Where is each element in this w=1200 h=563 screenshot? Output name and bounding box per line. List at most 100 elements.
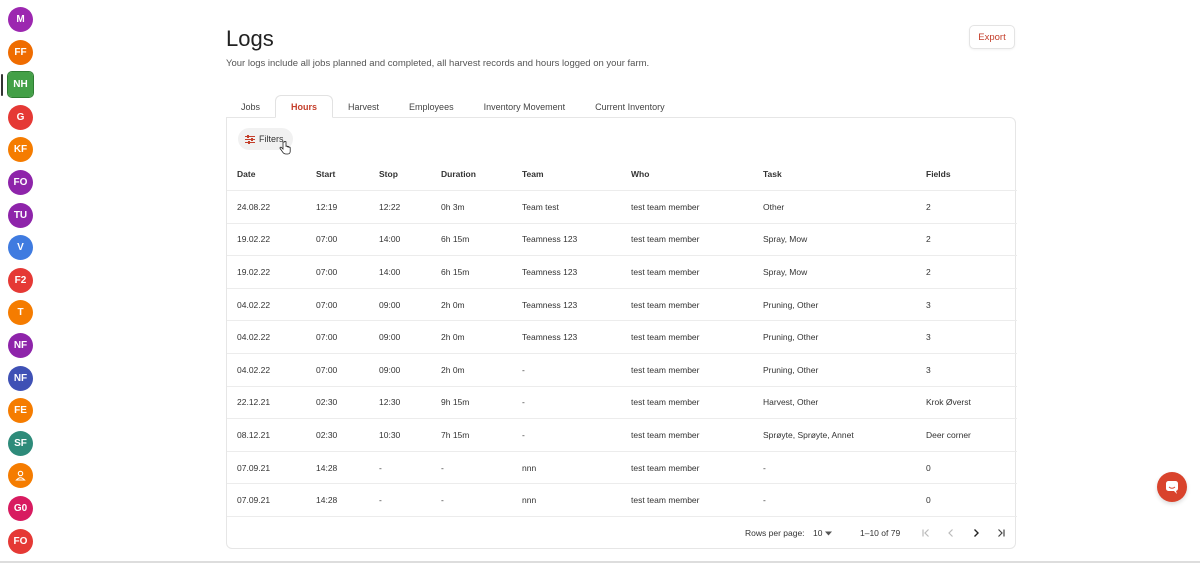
cell-stop: 14:00: [379, 234, 401, 245]
tab-hours[interactable]: Hours: [275, 95, 334, 118]
workspace-avatar[interactable]: M: [8, 7, 33, 32]
cell-stop: 09:00: [379, 299, 401, 310]
workspace-avatar[interactable]: F2: [8, 267, 33, 293]
cell-stop: -: [379, 462, 382, 473]
last-page-button[interactable]: [993, 525, 1009, 541]
workspace-avatar[interactable]: NH: [7, 71, 34, 99]
column-header-task: Task: [763, 169, 782, 179]
table-row[interactable]: 24.08.22 12:19 12:22 0h 3m Team test test tea…: [227, 191, 1017, 224]
workspace-avatar[interactable]: G0: [8, 496, 33, 521]
cell-team: nnn: [522, 495, 537, 506]
cell-date: 04.02.22: [237, 332, 271, 343]
cell-stop: 09:00: [379, 364, 401, 375]
tab-jobs[interactable]: Jobs: [226, 95, 275, 118]
table-row[interactable]: 22.12.21 02:30 12:30 9h 15m - test team membe…: [227, 387, 1017, 420]
cell-duration: 6h 15m: [441, 234, 470, 245]
chat-support-button[interactable]: [1157, 472, 1187, 502]
cell-duration: -: [441, 462, 444, 473]
tab-inventory-movement[interactable]: Inventory Movement: [469, 95, 581, 118]
cell-start: 07:00: [316, 266, 338, 277]
column-header-team: Team: [522, 169, 544, 179]
workspace-avatar[interactable]: FO: [8, 528, 33, 554]
workspace-avatar[interactable]: SF: [8, 430, 33, 456]
table-row[interactable]: 04.02.22 07:00 09:00 2h 0m - test team member…: [227, 354, 1017, 387]
column-header-date: Date: [237, 169, 256, 179]
chevron-left-icon: [948, 529, 953, 537]
active-workspace-indicator: [1, 73, 3, 96]
cell-stop: 10:30: [379, 429, 401, 440]
first-page-button[interactable]: [918, 525, 934, 541]
cell-date: 22.12.21: [237, 397, 271, 408]
rows-per-page-select[interactable]: 10: [813, 516, 833, 550]
cell-duration: 6h 15m: [441, 266, 470, 277]
cell-start: 14:28: [316, 462, 338, 473]
export-button[interactable]: Export: [969, 25, 1015, 49]
cell-fields: Deer corner: [926, 429, 971, 440]
logs-tabs: Jobs Hours Harvest Employees Inventory Movem…: [226, 95, 680, 118]
cell-date: 08.12.21: [237, 429, 271, 440]
cell-fields: 2: [926, 234, 931, 245]
cell-start: 07:00: [316, 332, 338, 343]
table-row[interactable]: 19.02.22 07:00 14:00 6h 15m Teamness 123 test…: [227, 224, 1017, 257]
workspace-avatar[interactable]: TU: [8, 202, 33, 228]
page-title: Logs: [226, 26, 274, 51]
cell-fields: 2: [926, 201, 931, 212]
table-row[interactable]: 07.09.21 14:28 - - nnn test team member - 0: [227, 452, 1017, 485]
cell-start: 02:30: [316, 397, 338, 408]
rows-per-page-value: 10: [813, 528, 823, 538]
cell-task: Harvest, Other: [763, 397, 819, 408]
workspace-avatar[interactable]: FO: [8, 170, 33, 195]
column-header-who: Who: [631, 169, 650, 179]
workspace-avatar[interactable]: [8, 463, 33, 489]
table-row[interactable]: 08.12.21 02:30 10:30 7h 15m - test team membe…: [227, 419, 1017, 452]
tab-current-inventory[interactable]: Current Inventory: [580, 95, 680, 118]
cell-team: Teamness 123: [522, 266, 578, 277]
cell-who: test team member: [631, 462, 700, 473]
cell-date: 04.02.22: [237, 364, 271, 375]
cell-team: -: [522, 429, 525, 440]
pagination-range: 1–10 of 79: [860, 528, 901, 538]
table-row[interactable]: 19.02.22 07:00 14:00 6h 15m Teamness 123 test…: [227, 256, 1017, 289]
cell-date: 19.02.22: [237, 266, 271, 277]
hours-card: Filters Date Start Stop Duration Team Who Task…: [226, 117, 1017, 550]
workspace-avatar[interactable]: NF: [8, 365, 33, 391]
cell-who: test team member: [631, 201, 700, 212]
workspace-avatar[interactable]: NF: [8, 333, 33, 358]
table-row[interactable]: 04.02.22 07:00 09:00 2h 0m Teamness 123 test …: [227, 321, 1017, 354]
table-pagination: Rows per page: 10 1–10 of 79: [227, 516, 1017, 550]
cell-start: 07:00: [316, 364, 338, 375]
cell-fields: 3: [926, 332, 931, 343]
table-row[interactable]: 04.02.22 07:00 09:00 2h 0m Teamness 123 test …: [227, 289, 1017, 322]
cell-who: test team member: [631, 364, 700, 375]
cell-date: 24.08.22: [237, 201, 271, 212]
user-icon: [15, 471, 26, 481]
cell-team: nnn: [522, 462, 537, 473]
hours-table: Date Start Stop Duration Team Who Task Fields 24…: [227, 158, 1017, 517]
workspace-avatar[interactable]: FF: [8, 39, 33, 65]
cell-fields: Krok Øverst: [926, 397, 971, 408]
workspace-avatar[interactable]: KF: [8, 137, 33, 163]
cell-task: Sprøyte, Sprøyte, Annet: [763, 429, 854, 440]
tab-employees[interactable]: Employees: [394, 95, 469, 118]
cell-who: test team member: [631, 429, 700, 440]
workspace-avatar[interactable]: G: [8, 104, 33, 130]
cell-start: 14:28: [316, 495, 338, 506]
previous-page-button[interactable]: [943, 525, 959, 541]
workspace-rail: M FF NH G KF FO TU V F2 T NF NF FE SF G0 FO: [0, 0, 40, 563]
cell-duration: -: [441, 495, 444, 506]
cell-start: 07:00: [316, 299, 338, 310]
workspace-avatar[interactable]: FE: [8, 398, 33, 424]
column-header-fields: Fields: [926, 169, 951, 179]
workspace-avatar[interactable]: V: [8, 235, 33, 261]
cell-task: Other: [763, 201, 785, 212]
table-row[interactable]: 07.09.21 14:28 - - nnn test team member - 0: [227, 484, 1017, 517]
tab-harvest[interactable]: Harvest: [333, 95, 394, 118]
workspace-avatar[interactable]: T: [8, 300, 33, 326]
hand-cursor-icon: [279, 141, 291, 155]
next-page-button[interactable]: [968, 525, 984, 541]
cell-stop: -: [379, 495, 382, 506]
column-header-stop: Stop: [379, 169, 398, 179]
cell-date: 07.09.21: [237, 495, 271, 506]
page-subtitle: Your logs include all jobs planned and c…: [226, 58, 650, 69]
cell-task: Pruning, Other: [763, 332, 819, 343]
